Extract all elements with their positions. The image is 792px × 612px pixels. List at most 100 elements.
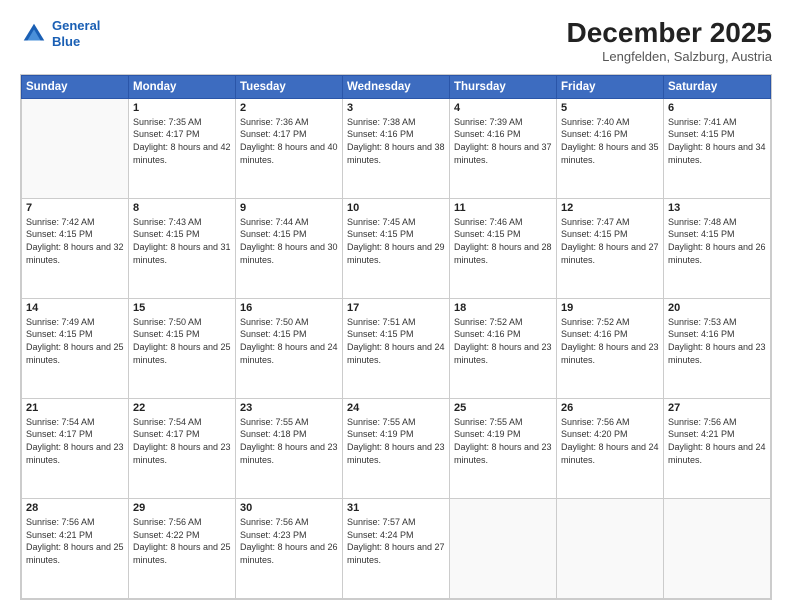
day-number: 31 bbox=[347, 502, 445, 514]
calendar-cell: 5Sunrise: 7:40 AM Sunset: 4:16 PM Daylig… bbox=[557, 98, 664, 198]
calendar-cell: 18 Sunrise: 7:52 AM Sunset: 4:16 PM Dayli… bbox=[450, 298, 557, 398]
calendar-cell: 11 Sunrise: 7:46 AM Sunset: 4:15 PM Dayli… bbox=[450, 198, 557, 298]
logo: General Blue bbox=[20, 18, 100, 49]
calendar-cell: 3Sunrise: 7:38 AM Sunset: 4:16 PM Daylig… bbox=[343, 98, 450, 198]
calendar-cell: 16Sunrise: 7:50 AM Sunset: 4:15 PM Dayli… bbox=[236, 298, 343, 398]
day-number: 6 bbox=[668, 102, 766, 114]
calendar: SundayMondayTuesdayWednesdayThursdayFrid… bbox=[20, 74, 772, 600]
calendar-cell: 19Sunrise: 7:52 AM Sunset: 4:16 PM Dayli… bbox=[557, 298, 664, 398]
calendar-cell: 1 Sunrise: 7:35 AM Sunset: 4:17 PM Daylig… bbox=[129, 98, 236, 198]
calendar-cell: 30 Sunrise: 7:56 AM Sunset: 4:23 PM Dayli… bbox=[236, 498, 343, 598]
calendar-cell: 12Sunrise: 7:47 AM Sunset: 4:15 PM Dayli… bbox=[557, 198, 664, 298]
day-info: Sunrise: 7:55 AM Sunset: 4:19 PM Dayligh… bbox=[347, 416, 445, 466]
calendar-cell: 9 Sunrise: 7:44 AM Sunset: 4:15 PM Daylig… bbox=[236, 198, 343, 298]
day-number: 25 bbox=[454, 402, 552, 414]
day-info: Sunrise: 7:38 AM Sunset: 4:16 PM Dayligh… bbox=[347, 116, 445, 166]
day-number: 23 bbox=[240, 402, 338, 414]
day-number: 12 bbox=[561, 202, 659, 214]
day-info: Sunrise: 7:55 AM Sunset: 4:18 PM Dayligh… bbox=[240, 416, 338, 466]
day-number: 7 bbox=[26, 202, 124, 214]
col-header-wednesday: Wednesday bbox=[343, 75, 450, 98]
day-number: 5 bbox=[561, 102, 659, 114]
col-header-tuesday: Tuesday bbox=[236, 75, 343, 98]
logo-line1: General bbox=[52, 18, 100, 33]
col-header-monday: Monday bbox=[129, 75, 236, 98]
day-number: 24 bbox=[347, 402, 445, 414]
calendar-week-3: 14Sunrise: 7:49 AM Sunset: 4:15 PM Dayli… bbox=[22, 298, 771, 398]
day-number: 26 bbox=[561, 402, 659, 414]
col-header-friday: Friday bbox=[557, 75, 664, 98]
col-header-saturday: Saturday bbox=[664, 75, 771, 98]
calendar-cell: 2Sunrise: 7:36 AM Sunset: 4:17 PM Daylig… bbox=[236, 98, 343, 198]
day-number: 11 bbox=[454, 202, 552, 214]
day-info: Sunrise: 7:35 AM Sunset: 4:17 PM Dayligh… bbox=[133, 116, 231, 166]
day-info: Sunrise: 7:42 AM Sunset: 4:15 PM Dayligh… bbox=[26, 216, 124, 266]
page-subtitle: Lengfelden, Salzburg, Austria bbox=[567, 49, 772, 64]
day-number: 28 bbox=[26, 502, 124, 514]
calendar-cell: 21Sunrise: 7:54 AM Sunset: 4:17 PM Dayli… bbox=[22, 398, 129, 498]
day-number: 4 bbox=[454, 102, 552, 114]
day-number: 19 bbox=[561, 302, 659, 314]
day-number: 27 bbox=[668, 402, 766, 414]
day-number: 29 bbox=[133, 502, 231, 514]
day-number: 21 bbox=[26, 402, 124, 414]
logo-line2: Blue bbox=[52, 34, 80, 49]
day-number: 15 bbox=[133, 302, 231, 314]
day-info: Sunrise: 7:52 AM Sunset: 4:16 PM Dayligh… bbox=[454, 316, 552, 366]
calendar-cell: 29 Sunrise: 7:56 AM Sunset: 4:22 PM Dayli… bbox=[129, 498, 236, 598]
day-info: Sunrise: 7:56 AM Sunset: 4:20 PM Dayligh… bbox=[561, 416, 659, 466]
calendar-cell: 26 Sunrise: 7:56 AM Sunset: 4:20 PM Dayli… bbox=[557, 398, 664, 498]
day-info: Sunrise: 7:56 AM Sunset: 4:23 PM Dayligh… bbox=[240, 516, 338, 566]
day-number: 8 bbox=[133, 202, 231, 214]
calendar-cell: 15 Sunrise: 7:50 AM Sunset: 4:15 PM Dayli… bbox=[129, 298, 236, 398]
calendar-cell: 8 Sunrise: 7:43 AM Sunset: 4:15 PM Daylig… bbox=[129, 198, 236, 298]
calendar-cell bbox=[450, 498, 557, 598]
page-title: December 2025 bbox=[567, 18, 772, 49]
day-number: 9 bbox=[240, 202, 338, 214]
day-info: Sunrise: 7:56 AM Sunset: 4:21 PM Dayligh… bbox=[26, 516, 124, 566]
calendar-cell: 25 Sunrise: 7:55 AM Sunset: 4:19 PM Dayli… bbox=[450, 398, 557, 498]
day-number: 30 bbox=[240, 502, 338, 514]
day-info: Sunrise: 7:44 AM Sunset: 4:15 PM Dayligh… bbox=[240, 216, 338, 266]
day-number: 1 bbox=[133, 102, 231, 114]
col-header-thursday: Thursday bbox=[450, 75, 557, 98]
logo-text: General Blue bbox=[52, 18, 100, 49]
calendar-week-4: 21 Sunrise: 7:54 AM Sunset: 4:17 PM Dayli… bbox=[22, 398, 771, 498]
day-info: Sunrise: 7:50 AM Sunset: 4:15 PM Dayligh… bbox=[240, 316, 338, 366]
day-number: 2 bbox=[240, 102, 338, 114]
day-number: 10 bbox=[347, 202, 445, 214]
logo-icon bbox=[20, 20, 48, 48]
calendar-header: SundayMondayTuesdayWednesdayThursdayFrid… bbox=[22, 75, 771, 98]
calendar-cell: 27Sunrise: 7:56 AM Sunset: 4:21 PM Dayli… bbox=[664, 398, 771, 498]
day-number: 17 bbox=[347, 302, 445, 314]
day-info: Sunrise: 7:45 AM Sunset: 4:15 PM Dayligh… bbox=[347, 216, 445, 266]
calendar-week-5: 28 Sunrise: 7:56 AM Sunset: 4:21 PM Dayli… bbox=[22, 498, 771, 598]
day-number: 22 bbox=[133, 402, 231, 414]
calendar-body: 1 Sunrise: 7:35 AM Sunset: 4:17 PM Daylig… bbox=[22, 98, 771, 598]
calendar-cell: 13 Sunrise: 7:48 AM Sunset: 4:15 PM Dayli… bbox=[664, 198, 771, 298]
header-row: SundayMondayTuesdayWednesdayThursdayFrid… bbox=[22, 75, 771, 98]
page: General Blue December 2025 Lengfelden, S… bbox=[0, 0, 792, 612]
day-info: Sunrise: 7:41 AM Sunset: 4:15 PM Dayligh… bbox=[668, 116, 766, 166]
calendar-cell: 14Sunrise: 7:49 AM Sunset: 4:15 PM Dayli… bbox=[22, 298, 129, 398]
calendar-cell: 28 Sunrise: 7:56 AM Sunset: 4:21 PM Dayli… bbox=[22, 498, 129, 598]
day-number: 18 bbox=[454, 302, 552, 314]
col-header-sunday: Sunday bbox=[22, 75, 129, 98]
calendar-cell: 22 Sunrise: 7:54 AM Sunset: 4:17 PM Dayli… bbox=[129, 398, 236, 498]
title-block: December 2025 Lengfelden, Salzburg, Aust… bbox=[567, 18, 772, 64]
calendar-cell: 24 Sunrise: 7:55 AM Sunset: 4:19 PM Dayli… bbox=[343, 398, 450, 498]
calendar-cell: 4Sunrise: 7:39 AM Sunset: 4:16 PM Daylig… bbox=[450, 98, 557, 198]
day-number: 13 bbox=[668, 202, 766, 214]
day-info: Sunrise: 7:49 AM Sunset: 4:15 PM Dayligh… bbox=[26, 316, 124, 366]
day-info: Sunrise: 7:55 AM Sunset: 4:19 PM Dayligh… bbox=[454, 416, 552, 466]
calendar-cell: 20Sunrise: 7:53 AM Sunset: 4:16 PM Dayli… bbox=[664, 298, 771, 398]
day-info: Sunrise: 7:48 AM Sunset: 4:15 PM Dayligh… bbox=[668, 216, 766, 266]
day-info: Sunrise: 7:54 AM Sunset: 4:17 PM Dayligh… bbox=[133, 416, 231, 466]
calendar-cell: 23 Sunrise: 7:55 AM Sunset: 4:18 PM Dayli… bbox=[236, 398, 343, 498]
day-info: Sunrise: 7:50 AM Sunset: 4:15 PM Dayligh… bbox=[133, 316, 231, 366]
day-info: Sunrise: 7:46 AM Sunset: 4:15 PM Dayligh… bbox=[454, 216, 552, 266]
day-info: Sunrise: 7:43 AM Sunset: 4:15 PM Dayligh… bbox=[133, 216, 231, 266]
calendar-cell bbox=[557, 498, 664, 598]
day-info: Sunrise: 7:56 AM Sunset: 4:22 PM Dayligh… bbox=[133, 516, 231, 566]
calendar-cell: 7 Sunrise: 7:42 AM Sunset: 4:15 PM Daylig… bbox=[22, 198, 129, 298]
